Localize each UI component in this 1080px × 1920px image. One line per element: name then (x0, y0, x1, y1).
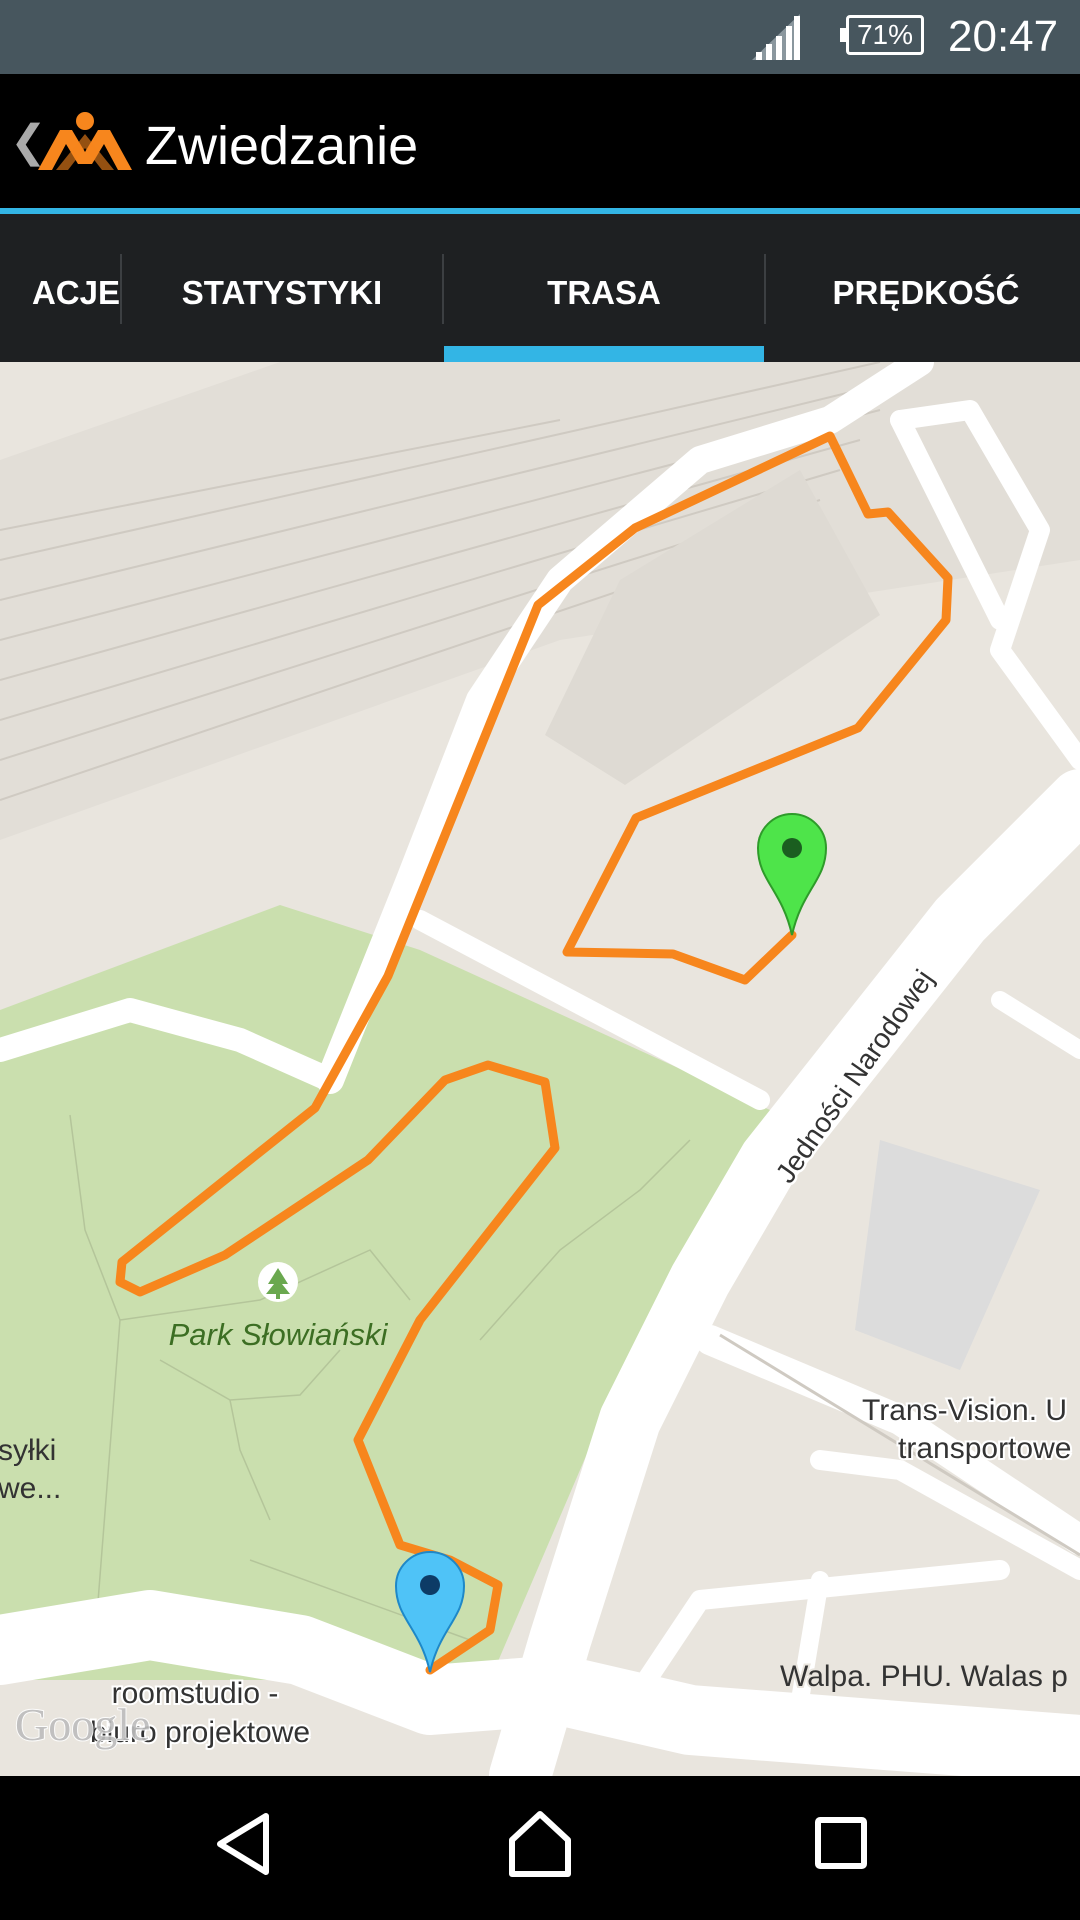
poi-label: Walpa. PHU. Walas p (780, 1660, 1068, 1693)
park-label: Park Słowiański (169, 1317, 389, 1352)
back-triangle-icon[interactable] (210, 1808, 276, 1880)
signal-icon (752, 14, 800, 60)
map-view[interactable]: Park Słowiański Jedności Narodowej syłki… (0, 362, 1080, 1776)
status-time: 20:47 (948, 12, 1059, 61)
tree-icon (258, 1262, 298, 1302)
page-title: Zwiedzanie (145, 116, 419, 176)
tab-label: STATYSTYKI (181, 274, 383, 311)
navigation-bar (0, 1776, 1080, 1920)
poi-label: we... (0, 1472, 61, 1505)
poi-label: transportowe (898, 1432, 1071, 1465)
tab-label: TRASA (547, 274, 661, 311)
selected-tab-indicator (444, 346, 764, 362)
tab-trasa[interactable]: TRASA (444, 214, 764, 362)
tab-predkosc[interactable]: PRĘDKOŚĆ (766, 214, 1080, 362)
tab-statystyki[interactable]: STATYSTYKI (122, 214, 442, 362)
battery-icon: 71% (840, 15, 924, 55)
tab-bar: ACJE STATYSTYKI TRASA PRĘDKOŚĆ (0, 214, 1080, 362)
poi-label: syłki (0, 1434, 56, 1467)
poi-label: Trans-Vision. U (862, 1394, 1067, 1427)
app-logo[interactable] (36, 112, 134, 174)
recents-icon[interactable] (810, 1808, 872, 1880)
tab-label: ACJE (31, 274, 120, 311)
tab-label: PRĘDKOŚĆ (832, 274, 1020, 311)
tab-acje[interactable]: ACJE (0, 214, 120, 362)
action-bar: ❮ Zwiedzanie (0, 74, 1080, 214)
home-icon[interactable] (506, 1808, 574, 1880)
google-attribution: Google (15, 1699, 150, 1750)
status-bar: 71% 20:47 (0, 0, 1080, 74)
